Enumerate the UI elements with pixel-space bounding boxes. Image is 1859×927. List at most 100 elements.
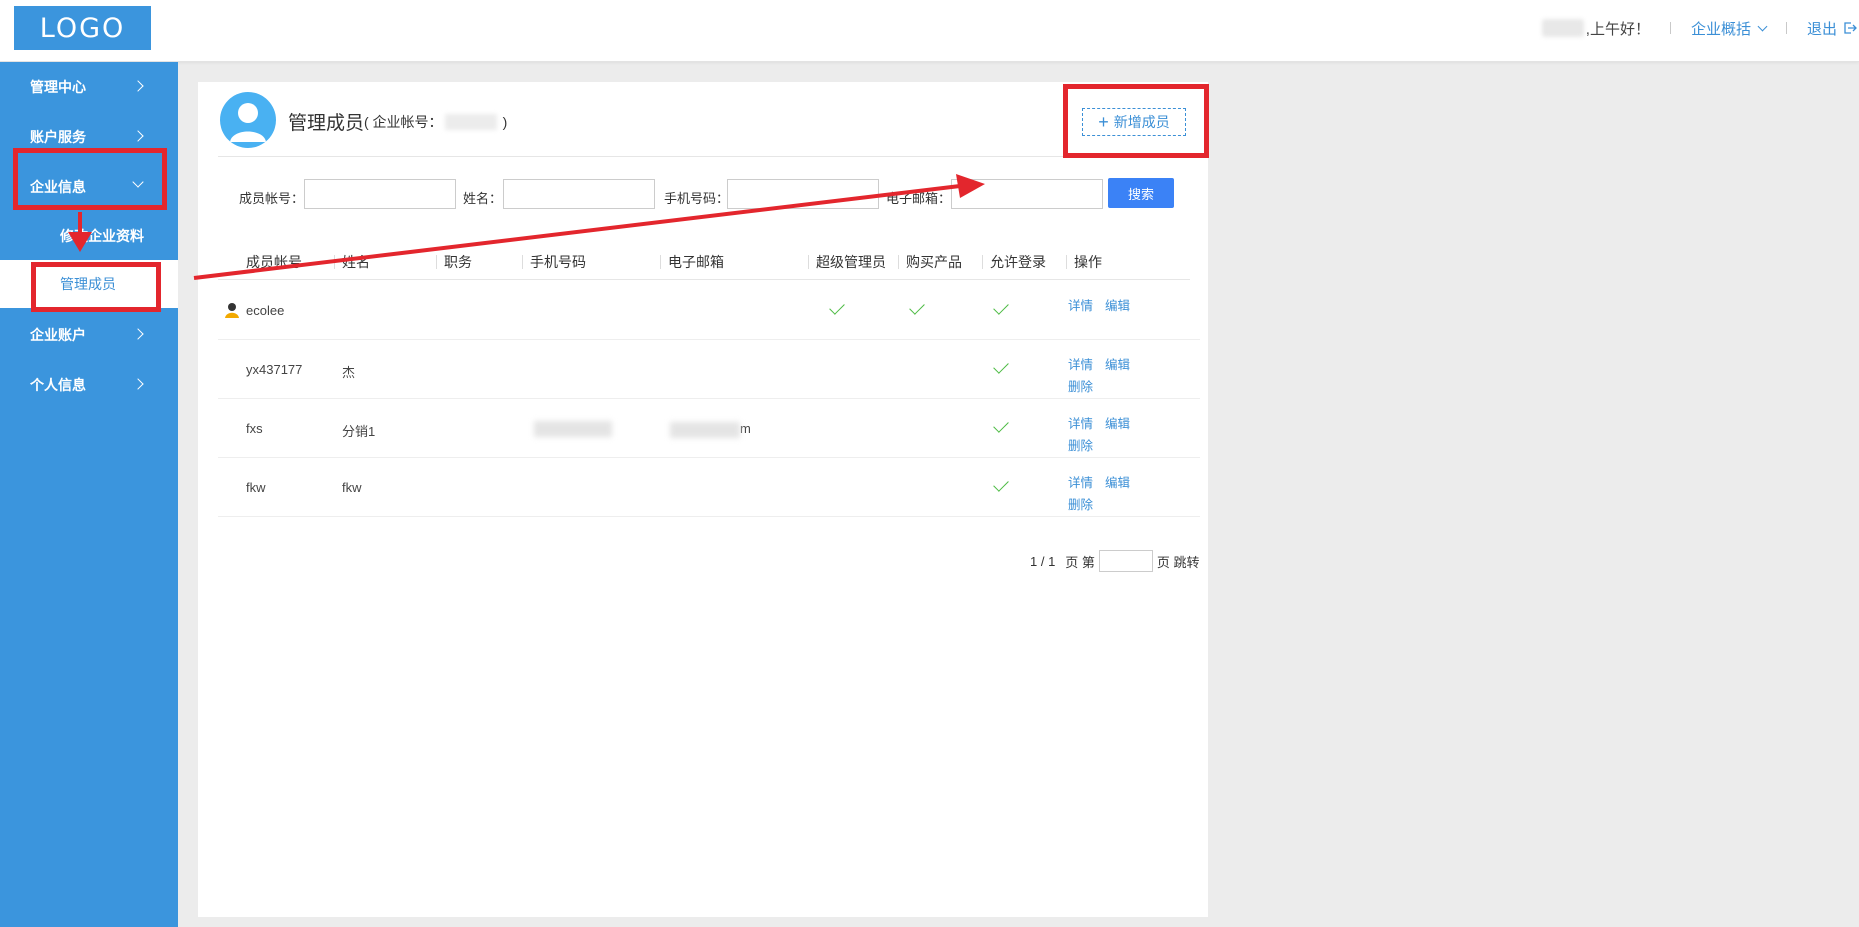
- check-icon: [993, 358, 1009, 374]
- greeting-text: ,上午好！: [1585, 20, 1650, 38]
- redacted-phone: [534, 421, 612, 440]
- account-cell: fkw: [246, 480, 266, 495]
- column-label: 操作: [1074, 254, 1102, 270]
- top-right-menu: ,上午好！ 企业概括 退出: [1541, 18, 1859, 39]
- annotation-highlight: [31, 262, 161, 312]
- edit-link[interactable]: 编辑: [1105, 299, 1130, 313]
- account-search-input[interactable]: [304, 179, 456, 209]
- column-header: 成员帐号: [246, 252, 302, 272]
- page-subtitle: ( 企业帐号： ): [364, 112, 507, 132]
- phone-search-input[interactable]: [727, 179, 879, 209]
- page-go-suffix[interactable]: 页 跳转: [1157, 552, 1200, 571]
- chevron-right-icon: [132, 378, 144, 390]
- column-header: 职务: [436, 252, 472, 272]
- name-search-input[interactable]: [503, 179, 655, 209]
- logout-icon: [1844, 22, 1857, 34]
- column-label: 成员帐号: [246, 254, 302, 270]
- enterprise-overview-label: 企业概括: [1690, 20, 1751, 38]
- admin-user-icon: [225, 303, 239, 318]
- column-header: 姓名: [334, 252, 370, 272]
- top-bar: LOGO ,上午好！ 企业概括 退出: [0, 0, 1859, 62]
- annotation-highlight: [1063, 84, 1209, 158]
- annotation-highlight: [13, 148, 167, 210]
- detail-link[interactable]: 详情: [1068, 476, 1093, 490]
- detail-link[interactable]: 详情: [1068, 417, 1093, 431]
- divider: [1785, 22, 1787, 34]
- delete-link[interactable]: 删除: [1068, 439, 1093, 453]
- table-row: fxs 分销1 m 详情 编辑 删除: [218, 399, 1200, 458]
- sidebar-item-label: 个人信息: [30, 377, 86, 393]
- email-search-input[interactable]: [951, 179, 1103, 209]
- sidebar-item-enterprise-account[interactable]: 企业账户: [0, 310, 178, 360]
- logout-label: 退出: [1806, 20, 1837, 38]
- delete-link[interactable]: 删除: [1068, 380, 1093, 394]
- enterprise-overview-dropdown[interactable]: 企业概括: [1690, 18, 1768, 39]
- column-label: 姓名: [342, 254, 370, 270]
- sidebar-subitem-edit-enterprise-profile[interactable]: 修改企业资料: [0, 212, 178, 260]
- chevron-right-icon: [132, 80, 144, 92]
- check-icon: [829, 299, 845, 315]
- row-actions: 详情 编辑 删除: [1068, 413, 1142, 457]
- edit-link[interactable]: 编辑: [1105, 476, 1130, 490]
- pagination: 1 / 1 页 第 页 跳转: [1030, 550, 1200, 572]
- sidebar-item-label: 企业账户: [30, 327, 86, 343]
- check-icon: [909, 299, 925, 315]
- page-title: 管理成员: [288, 113, 365, 134]
- column-header: 操作: [1066, 252, 1102, 272]
- column-header: 超级管理员: [808, 252, 886, 272]
- row-actions: 详情 编辑 删除: [1068, 472, 1142, 516]
- page-go-prefix: 页 第: [1065, 554, 1095, 570]
- redacted-enterprise-account: [444, 114, 497, 130]
- check-icon: [993, 476, 1009, 492]
- edit-link[interactable]: 编辑: [1105, 358, 1130, 372]
- table-row: fkw fkw 详情 编辑 删除: [218, 458, 1200, 517]
- subtitle-prefix: ( 企业帐号：: [364, 114, 443, 130]
- edit-link[interactable]: 编辑: [1105, 417, 1130, 431]
- column-header: 电子邮箱: [660, 252, 724, 272]
- account-cell: yx437177: [246, 362, 303, 377]
- detail-link[interactable]: 详情: [1068, 299, 1093, 313]
- name-search-label: 姓名：: [463, 191, 503, 206]
- column-label: 手机号码: [530, 254, 586, 270]
- row-actions: 详情 编辑: [1068, 295, 1142, 317]
- sidebar-item-label: 账户服务: [30, 129, 86, 145]
- delete-link[interactable]: 删除: [1068, 498, 1093, 512]
- chevron-down-icon: [1757, 21, 1768, 31]
- email-search-label: 电子邮箱：: [886, 191, 952, 206]
- account-cell: ecolee: [246, 303, 285, 318]
- detail-link[interactable]: 详情: [1068, 358, 1093, 372]
- chevron-right-icon: [132, 328, 144, 340]
- search-button[interactable]: 搜索: [1108, 178, 1174, 208]
- name-cell: fkw: [342, 480, 362, 495]
- logo[interactable]: LOGO: [14, 6, 151, 50]
- sidebar-item-label: 管理中心: [30, 79, 86, 95]
- avatar: [220, 92, 276, 148]
- logout-link[interactable]: 退出: [1807, 18, 1857, 39]
- column-header: 购买产品: [898, 252, 962, 272]
- table-row: yx437177 杰 详情 编辑 删除: [218, 340, 1200, 399]
- search-bar: 成员帐号： 姓名： 手机号码： 电子邮箱：: [198, 178, 1208, 212]
- sidebar-item-management-center[interactable]: 管理中心: [0, 62, 178, 112]
- row-actions: 详情 编辑 删除: [1068, 354, 1142, 398]
- column-label: 超级管理员: [816, 254, 886, 270]
- table-header: 成员帐号 姓名 职务 手机号码 电子邮箱 超级管理员 购买产品 允许登录 操作: [218, 240, 1190, 280]
- subtitle-suffix: ): [502, 114, 508, 130]
- column-label: 职务: [444, 254, 472, 270]
- column-header: 允许登录: [982, 252, 1046, 272]
- table-row: ecolee 详情 编辑: [218, 281, 1200, 340]
- main-panel: 管理成员 ( 企业帐号： ) + 新增成员 成员帐号： 姓名： 手机号码： 电子…: [198, 82, 1208, 917]
- account-cell: fxs: [246, 421, 263, 436]
- account-search-label: 成员帐号：: [239, 191, 305, 206]
- sidebar-item-personal-info[interactable]: 个人信息: [0, 360, 178, 410]
- divider: [218, 156, 1190, 157]
- user-avatar-icon: [230, 103, 266, 142]
- column-header: 手机号码: [522, 252, 586, 272]
- chevron-right-icon: [132, 130, 144, 142]
- column-label: 允许登录: [990, 254, 1046, 270]
- name-cell: 杰: [342, 365, 356, 380]
- check-icon: [993, 417, 1009, 433]
- page-number-input[interactable]: [1098, 550, 1153, 572]
- email-cell: m: [670, 421, 751, 438]
- page-info: 1 / 1: [1030, 553, 1056, 569]
- check-icon: [993, 299, 1009, 315]
